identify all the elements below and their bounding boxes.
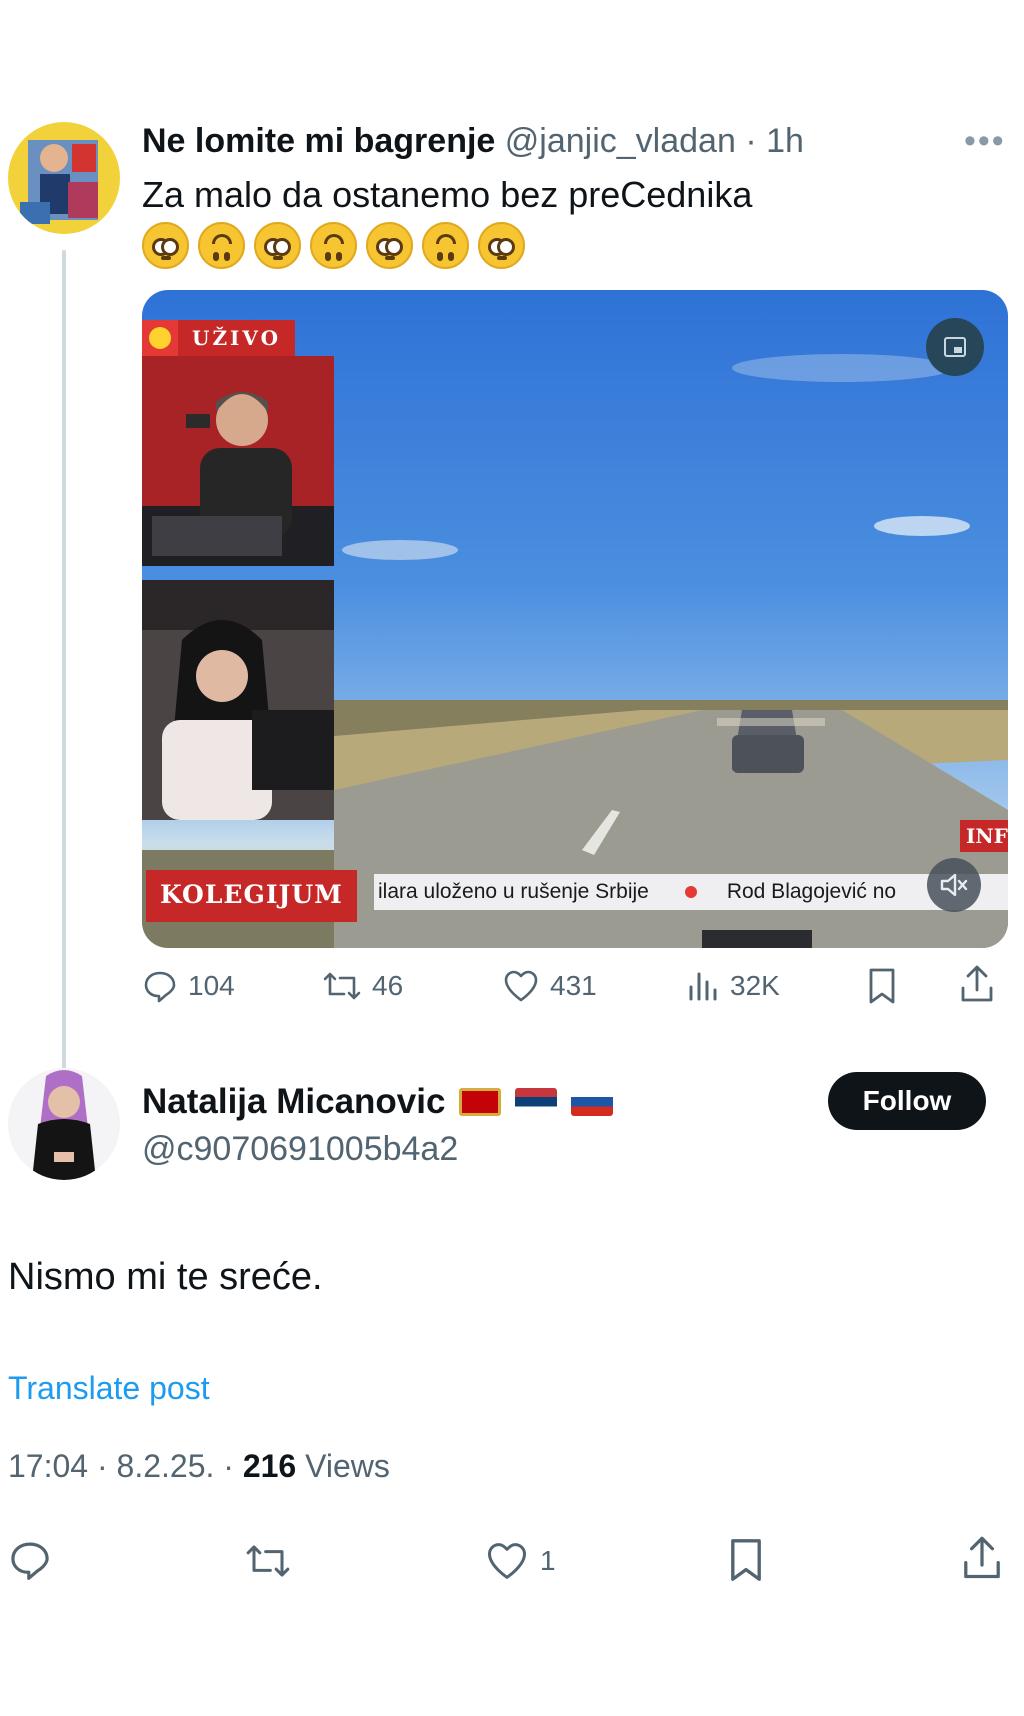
post-meta: 17:04 · 8.2.25. · 216 Views [8,1448,390,1485]
repost-action-2[interactable] [244,1540,292,1582]
repost-action[interactable]: 46 [322,968,403,1004]
serbia-flag-icon [515,1088,558,1116]
flushed-face-emoji [366,222,413,269]
post-views-count: 216 [242,1448,297,1484]
reply-tweet-text: Nismo mi te sreće. [8,1256,323,1298]
author-avatar[interactable] [8,122,120,234]
translate-post-link[interactable]: Translate post [8,1370,210,1407]
views-chart-icon [689,972,717,1001]
like-action[interactable]: 431 [502,968,597,1004]
thread-connector [62,250,66,1070]
flushed-face-emoji [478,222,525,269]
post-timestamp[interactable]: 17:04 · 8.2.25. · [8,1448,243,1484]
reply-author-avatar[interactable] [8,1068,120,1180]
emoji-row [142,222,525,269]
reply-action-2[interactable] [8,1538,52,1582]
studio-camera-cohost [142,580,334,820]
like-count: 431 [550,970,597,1001]
reply-like-count: 1 [540,1545,556,1576]
channel-badge: INF [960,820,1008,852]
more-options-icon[interactable]: ••• [964,122,1006,161]
picture-in-picture-icon [944,337,966,357]
share-icon [961,965,993,1002]
quoted-tweet-header: Ne lomite mi bagrenje @janjic_vladan · 1… [142,122,804,161]
reply-author-name[interactable]: Natalija Micanovic [142,1082,445,1122]
quoted-time-ago[interactable]: · 1h [745,122,804,160]
quoted-tweet-text: Za malo da ostanemo bez preCednika [142,174,753,215]
views-action[interactable]: 32K [686,968,780,1004]
repost-icon [323,972,361,1000]
repost-icon [246,1545,290,1577]
reply-author-handle[interactable]: @c9070691005b4a2 [142,1130,458,1169]
ticker-text-right: Rod Blagojević no [726,880,897,903]
reply-author-name-row: Natalija Micanovic [142,1082,614,1122]
news-ticker: ilara uloženo u rušenje Srbije Rod Blago… [374,874,1008,910]
ticker-separator [684,886,697,898]
montenegro-flag-icon [459,1088,502,1116]
bookmark-action-2[interactable] [726,1536,766,1584]
heart-icon [504,970,538,1002]
quoted-author-name[interactable]: Ne lomite mi bagrenje [142,122,495,160]
bookmark-icon [869,968,895,1004]
share-action-2[interactable] [960,1534,1004,1582]
bookmark-action[interactable] [866,966,898,1006]
flushed-face-emoji [254,222,301,269]
heart-icon [487,1543,527,1579]
upside-down-face-emoji [422,222,469,269]
follow-button[interactable]: Follow [828,1072,986,1130]
share-icon [964,1536,1000,1579]
reply-icon [144,971,176,1003]
russia-flag-icon [571,1088,614,1116]
video-player[interactable]: UŽIVO INF ilara uloženo u rušenje Srbije… [142,290,1008,948]
repost-count: 46 [372,970,404,1001]
share-action[interactable] [958,964,996,1004]
show-title-banner: KOLEGIJUM [146,870,357,922]
views-count: 32K [730,970,780,1001]
upside-down-face-emoji [198,222,245,269]
live-label: UŽIVO [178,320,295,356]
quoted-author-handle[interactable]: @janjic_vladan [505,122,736,160]
post-views-label: Views [296,1448,390,1484]
picture-in-picture-button[interactable] [926,318,984,376]
flushed-face-emoji [142,222,189,269]
reply-action[interactable]: 104 [142,968,235,1004]
reply-icon [11,1542,49,1580]
studio-camera-host [142,356,334,566]
live-indicator-icon [142,320,178,356]
ticker-text-left: ilara uloženo u rušenje Srbije [378,880,649,903]
live-badge: UŽIVO [142,320,295,356]
upside-down-face-emoji [310,222,357,269]
speaker-muted-icon [940,873,968,897]
mute-button[interactable] [927,858,981,912]
bookmark-icon [731,1539,761,1581]
like-action-2[interactable]: 1 [484,1540,556,1582]
reply-count: 104 [188,970,235,1001]
